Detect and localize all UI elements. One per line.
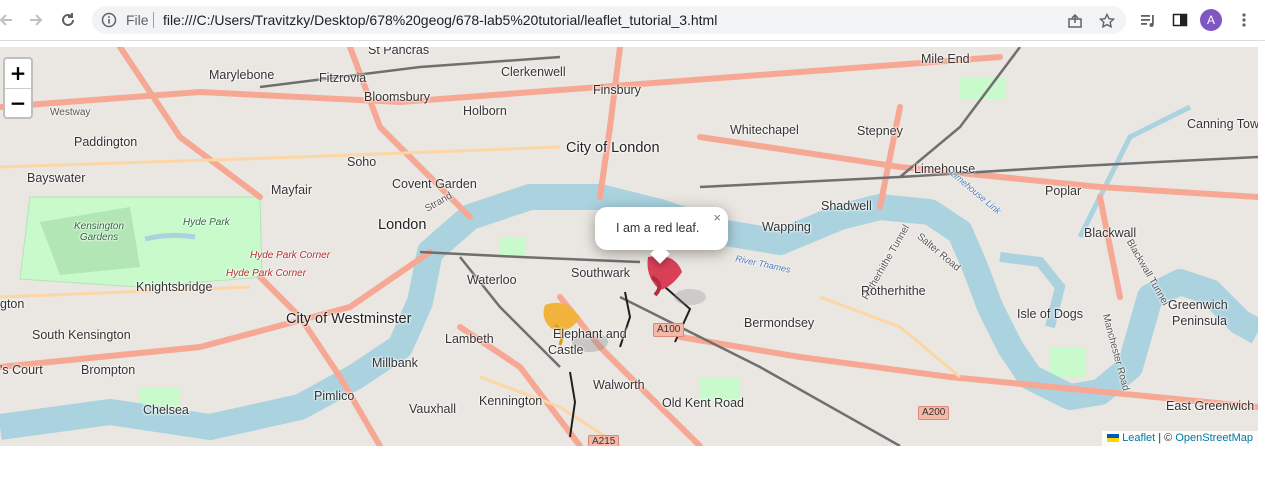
place-label: East Greenwich (1166, 399, 1255, 413)
zoom-in-button[interactable]: + (5, 59, 31, 89)
place-label: Southwark (571, 266, 631, 280)
place-label: Peninsula (1172, 314, 1227, 328)
osm-link[interactable]: OpenStreetMap (1175, 432, 1253, 444)
side-panel-icon[interactable] (1170, 10, 1190, 30)
share-icon[interactable] (1066, 12, 1084, 30)
place-label: 's Court (0, 363, 43, 377)
place-label: Chelsea (143, 403, 189, 417)
info-icon[interactable] (101, 12, 117, 33)
place-label: Whitechapel (730, 123, 799, 137)
place-label: City of London (566, 140, 660, 156)
place-label: St Pancras (368, 47, 430, 57)
place-label: Marylebone (209, 68, 275, 82)
place-label: Shadwell (821, 199, 872, 213)
place-label: Paddington (74, 135, 138, 149)
road-label: Hyde Park Corner (226, 268, 307, 279)
place-label: Wapping (762, 220, 811, 234)
place-label: Canning Tow (1187, 117, 1258, 131)
star-icon[interactable] (1098, 12, 1116, 30)
place-label: Limehouse (914, 162, 976, 176)
place-label: Fitzrovia (319, 71, 367, 85)
place-label: Covent Garden (392, 177, 477, 191)
marker-popup: I am a red leaf. × (595, 207, 728, 264)
road-shield: A200 (918, 406, 950, 420)
popup-close-button[interactable]: × (713, 210, 721, 225)
leaflet-link[interactable]: Leaflet (1122, 432, 1155, 444)
place-label: Vauxhall (409, 402, 457, 416)
place-label: Brompton (81, 363, 136, 377)
place-label: London (378, 217, 427, 233)
popup-text: I am a red leaf. (616, 221, 700, 235)
place-label: Blackwall (1084, 226, 1137, 240)
place-label: Isle of Dogs (1017, 307, 1084, 321)
browser-toolbar: File file:///C:/Users/Travitzky/Desktop/… (0, 0, 1265, 41)
park-label: Hyde Park (183, 217, 230, 228)
place-label: Clerkenwell (501, 65, 566, 79)
road-shield: A215 (588, 435, 620, 446)
kebab-menu-icon[interactable] (1234, 10, 1254, 30)
place-label: Bloomsbury (364, 90, 430, 104)
place-label: Knightsbridge (136, 280, 213, 294)
road-shield: A100 (653, 323, 685, 337)
place-label: South Kensington (32, 328, 131, 342)
place-label: Stepney (857, 124, 903, 138)
place-label: Greenwich (1168, 298, 1228, 312)
place-label: Walworth (593, 378, 645, 392)
place-label: City of Westminster (286, 311, 412, 327)
place-label: Mayfair (271, 183, 312, 197)
place-label: Old Kent Road (662, 396, 744, 410)
profile-avatar[interactable]: A (1200, 9, 1222, 31)
media-icon[interactable] (1138, 10, 1158, 30)
place-label: Soho (347, 155, 377, 169)
place-label: Finsbury (593, 83, 641, 97)
place-label: Lambeth (445, 332, 494, 346)
road-label: Hyde Park Corner (250, 250, 331, 261)
place-label: Holborn (463, 104, 507, 118)
place-label: Waterloo (467, 273, 517, 287)
divider (153, 12, 154, 28)
place-label: Elephant and (553, 327, 627, 341)
leaflet-map[interactable]: St Pancras Marylebone Fitzrovia Clerkenw… (0, 47, 1258, 446)
place-label: gton (0, 297, 25, 311)
place-label: Millbank (372, 356, 418, 370)
attribution-separator: | © (1155, 432, 1176, 444)
ukraine-flag-icon (1107, 434, 1120, 443)
place-label: Castle (548, 343, 584, 357)
place-label: Bermondsey (744, 316, 815, 330)
zoom-control: + − (3, 57, 33, 119)
place-label: Rotherhithe (861, 284, 926, 298)
back-arrow-icon[interactable] (0, 8, 18, 32)
park-label: Kensington Gardens (74, 221, 125, 243)
place-label: Poplar (1045, 184, 1082, 198)
place-label: Bayswater (27, 171, 86, 185)
forward-arrow-icon[interactable] (24, 8, 48, 32)
address-bar[interactable]: File file:///C:/Users/Travitzky/Desktop/… (92, 6, 1126, 34)
url-text[interactable]: file:///C:/Users/Travitzky/Desktop/678%2… (163, 12, 717, 28)
zoom-out-button[interactable]: − (5, 89, 31, 118)
map-attribution: Leaflet | © OpenStreetMap (1102, 431, 1258, 446)
road-label: Westway (50, 107, 91, 118)
place-label: Mile End (921, 52, 970, 66)
place-label: Kennington (479, 394, 543, 408)
scheme-label: File (126, 12, 149, 28)
place-label: Pimlico (314, 389, 355, 403)
reload-icon[interactable] (56, 8, 80, 32)
